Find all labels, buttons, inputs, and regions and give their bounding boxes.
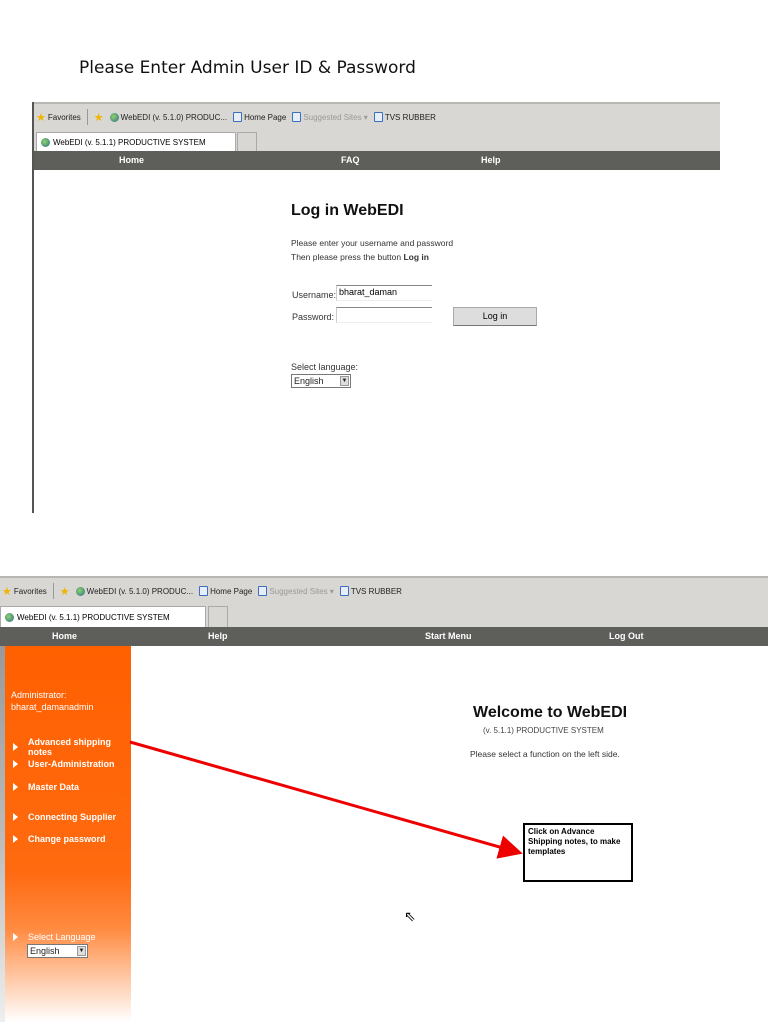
star-icon: ★ xyxy=(36,111,46,124)
fav-link-suggested[interactable]: Suggested Sites ▾ xyxy=(292,112,368,122)
nav-help[interactable]: Help xyxy=(481,155,501,165)
globe-icon xyxy=(109,112,119,122)
favorites-button[interactable]: ★ Favorites xyxy=(36,111,81,124)
username-label: Username: xyxy=(292,290,337,300)
annotation-callout: Click on Advance Shipping notes, to make… xyxy=(523,823,633,882)
password-label: Password: xyxy=(292,312,335,322)
tab-bar: WebEDI (v. 5.1.1) PRODUCTIVE SYSTEM xyxy=(34,130,720,151)
nav-faq[interactable]: FAQ xyxy=(341,155,360,165)
new-tab-button[interactable] xyxy=(237,132,257,151)
login-browser-window: ★ Favorites ★ WebEDI (v. 5.1.0) PRODUC...… xyxy=(32,102,720,513)
add-favorite-icon[interactable]: ★ xyxy=(94,111,104,124)
login-button[interactable]: Log in xyxy=(453,307,537,326)
divider xyxy=(86,109,88,125)
language-select[interactable]: English ▼ xyxy=(291,374,351,388)
login-title: Log in WebEDI xyxy=(291,202,404,219)
password-input[interactable] xyxy=(336,307,432,323)
fav-link-tvs[interactable]: TVS RUBBER xyxy=(373,112,436,122)
nav-home[interactable]: Home xyxy=(119,155,144,165)
ie-page-icon xyxy=(373,112,383,122)
username-input[interactable]: bharat_daman xyxy=(336,285,432,301)
admin-browser-window: ★ Favorites ★ WebEDI (v. 5.1.0) PRODUC...… xyxy=(0,576,768,1024)
page-heading: Please Enter Admin User ID & Password xyxy=(79,58,416,78)
login-instructions: Please enter your username and password xyxy=(291,238,454,248)
login-instructions-2: Then please press the button Log in xyxy=(291,252,429,262)
annotation-arrow xyxy=(129,740,523,859)
chevron-down-icon: ▼ xyxy=(340,376,349,386)
ie-page-icon xyxy=(292,112,302,122)
tab-webedi[interactable]: WebEDI (v. 5.1.1) PRODUCTIVE SYSTEM xyxy=(36,132,236,151)
top-nav: Home FAQ Help xyxy=(34,151,720,170)
fav-link-home[interactable]: Home Page xyxy=(233,112,286,122)
language-label: Select language: xyxy=(291,362,359,372)
fav-link-webedi[interactable]: WebEDI (v. 5.1.0) PRODUC... xyxy=(109,112,227,122)
ie-page-icon xyxy=(233,112,243,122)
favorites-bar: ★ Favorites ★ WebEDI (v. 5.1.0) PRODUC...… xyxy=(34,102,720,130)
mouse-cursor-icon: ⇖ xyxy=(404,908,416,924)
globe-icon xyxy=(41,137,50,147)
